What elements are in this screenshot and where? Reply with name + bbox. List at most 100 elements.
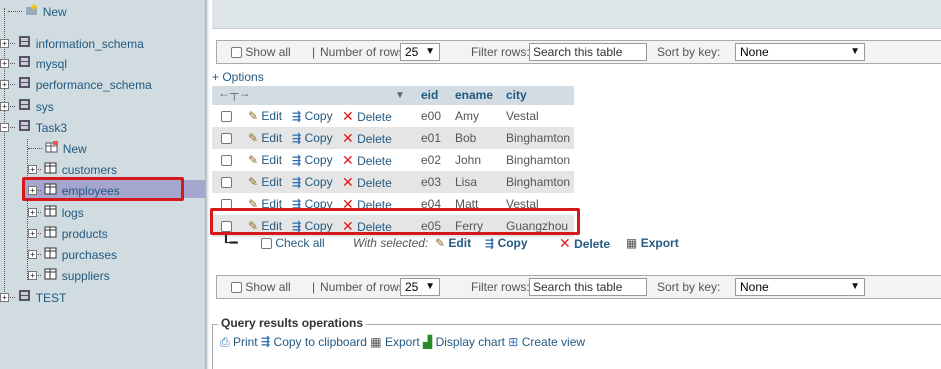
expand-icon[interactable]: + [0,59,9,69]
table-navigation-top: Show all | Number of rows: 25 ▼ Filter r… [216,40,941,64]
cell-city[interactable]: Binghamton [506,127,570,149]
expand-icon[interactable]: + [28,271,37,281]
navigation-panel: New + information_schema + mysql + perfo… [0,0,205,369]
check-all-toggle[interactable]: Check all [261,234,325,252]
cell-eid[interactable]: e00 [421,105,441,127]
show-all-toggle[interactable]: Show all [231,276,291,298]
sort-select[interactable]: None ▼ [735,43,865,61]
cell-city[interactable]: Vestal [506,105,539,127]
rows-select[interactable]: 25 ▼ [400,278,440,296]
print-link[interactable]: ⎙ Print [220,334,258,349]
expand-icon[interactable]: + [28,250,37,260]
bulk-export-button[interactable]: ▦ Export [626,234,679,252]
bulk-copy-button[interactable]: ⇶ Copy [485,234,528,253]
cell-ename[interactable]: Lisa [455,171,477,193]
column-header-city[interactable]: city [506,86,527,105]
copy-link[interactable]: ⇶ Copy [292,105,333,127]
panel-divider[interactable] [205,0,210,369]
create-view-link[interactable]: ⊞ Create view [508,334,585,349]
nav-label: products [61,226,108,241]
expand-icon[interactable]: + [0,102,9,112]
chevron-down-icon: ▼ [850,281,860,292]
cell-city[interactable]: Binghamton [506,171,570,193]
check-all-checkbox[interactable] [261,238,272,250]
rows-select[interactable]: 25 ▼ [400,43,440,61]
edit-link[interactable]: ✎ Edit [248,171,282,193]
row-checkbox[interactable] [221,171,232,193]
nav-table-customers[interactable]: + customers [28,159,117,179]
expand-icon[interactable]: + [28,229,37,239]
nav-db-performance-schema[interactable]: + performance_schema [0,74,152,94]
edit-link[interactable]: ✎ Edit [248,149,282,171]
nav-label: purchases [61,247,118,262]
nav-table-products[interactable]: + products [28,223,108,243]
copy-link[interactable]: ⇶ Copy [292,171,333,193]
export-link[interactable]: ▦ Export [370,334,419,349]
copy-link[interactable]: ⇶ Copy [292,149,333,171]
collapse-icon[interactable]: − [0,123,9,133]
nav-new-database[interactable]: New [8,1,67,21]
nav-table-logs[interactable]: + logs [28,202,84,222]
show-all-checkbox[interactable] [231,47,242,59]
filter-input[interactable]: Search this table [529,43,647,61]
sort-by-key-label: Sort by key: [657,280,721,294]
nav-table-purchases[interactable]: + purchases [28,244,117,264]
cell-ename[interactable]: Bob [455,127,476,149]
filter-placeholder: Search this table [533,280,623,294]
options-link[interactable]: + Options [212,70,264,84]
edit-link[interactable]: ✎ Edit [248,105,282,127]
display-chart-link[interactable]: ▟ Display chart [423,334,505,350]
row-checkbox[interactable] [221,105,232,127]
bulk-delete-button[interactable]: ✕ Delete [559,234,610,253]
sort-select[interactable]: None ▼ [735,278,865,296]
delete-link[interactable]: ✕ Delete [342,127,392,149]
expand-icon[interactable]: + [0,80,9,90]
filter-input[interactable]: Search this table [529,278,647,296]
column-header-ename[interactable]: ename [455,86,493,105]
cell-eid[interactable]: e03 [421,171,441,193]
delete-link[interactable]: ✕ Delete [342,171,392,193]
copy-clipboard-link[interactable]: ⇶ Copy to clipboard [261,334,367,349]
column-resize-arrows-icon[interactable]: ←┬→ [218,86,251,105]
table-header: ←┬→ ▼ eid ename city [212,86,574,105]
database-icon [18,75,32,95]
column-header-eid[interactable]: eid [421,86,438,105]
pencil-icon: ✎ [435,236,446,250]
delete-link[interactable]: ✕ Delete [342,105,392,127]
table-row: ✎ Edit ⇶ Copy ✕ Delete e00 Amy Vestal [212,105,574,127]
nav-db-test[interactable]: + TEST [0,287,66,307]
expand-icon[interactable]: + [0,293,9,303]
nav-label: TEST [35,290,67,305]
pencil-icon: ✎ [248,109,259,123]
nav-label: Task3 [35,120,68,135]
nav-db-information-schema[interactable]: + information_schema [0,33,144,53]
cell-eid[interactable]: e02 [421,149,441,171]
expand-icon[interactable]: + [28,165,37,175]
sort-dropdown-icon[interactable]: ▼ [395,86,405,105]
edit-link[interactable]: ✎ Edit [248,127,282,149]
database-icon [18,34,32,54]
show-all-toggle[interactable]: Show all [231,41,291,63]
nav-new-table[interactable]: New [28,138,87,158]
number-of-rows-label: Number of rows: [320,280,409,294]
expand-icon[interactable]: + [28,208,37,218]
nav-label: sys [35,99,54,114]
copy-icon: ⇶ [292,177,302,189]
cell-ename[interactable]: Amy [455,105,479,127]
delete-link[interactable]: ✕ Delete [342,149,392,171]
row-checkbox[interactable] [221,127,232,149]
copy-link[interactable]: ⇶ Copy [292,127,333,149]
row-checkbox[interactable] [221,149,232,171]
cell-eid[interactable]: e01 [421,127,441,149]
nav-db-task3[interactable]: − Task3 [0,117,67,137]
copy-icon: ⇶ [292,133,302,145]
show-all-checkbox[interactable] [231,282,242,294]
nav-table-suppliers[interactable]: + suppliers [28,265,110,285]
expand-icon[interactable]: + [0,39,9,49]
bulk-edit-button[interactable]: ✎ Edit [435,234,471,252]
nav-db-sys[interactable]: + sys [0,96,54,116]
chart-icon: ▟ [423,335,433,350]
cell-city[interactable]: Binghamton [506,149,570,171]
cell-ename[interactable]: John [455,149,481,171]
nav-db-mysql[interactable]: + mysql [0,53,67,73]
